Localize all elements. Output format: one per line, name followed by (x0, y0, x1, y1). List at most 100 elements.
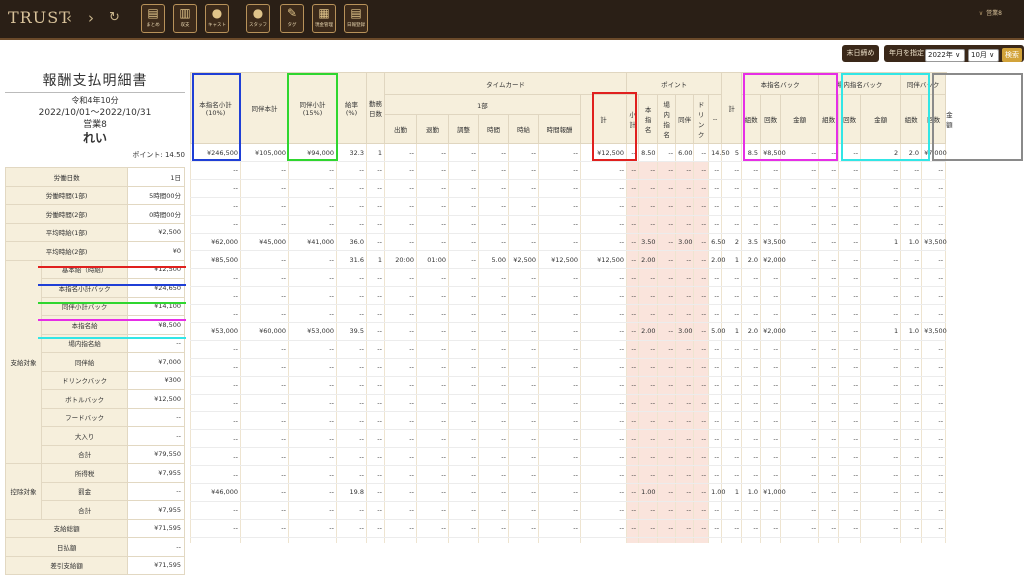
deduct-value: ¥7,955 (127, 463, 185, 483)
close-day-button[interactable]: 末日締め (842, 45, 879, 62)
app-logo[interactable]: TRUST (8, 8, 71, 27)
table-cell: ¥7,000 (921, 143, 947, 162)
table-cell: -- (921, 358, 947, 377)
toolbar-button-report[interactable]: ▤ 日報登録 (344, 4, 368, 33)
table-row[interactable]: ----------------------------------------… (190, 197, 947, 216)
table-row[interactable]: ¥62,000 ¥45,000 ¥41,000 36.0 -- -- -- -- -- -- -- -… (190, 233, 947, 252)
col-pt-other[interactable]: -- (708, 94, 723, 144)
col-hon-total[interactable]: 同伴本計 (240, 72, 289, 144)
table-row[interactable]: ----------------------------------------… (190, 286, 947, 306)
table-cell: -- (818, 376, 840, 395)
table-row[interactable]: ----------------------------------------… (190, 465, 947, 485)
table-row[interactable]: ----------------------------------------… (190, 519, 947, 538)
col-honpack-count[interactable]: 組数 (741, 94, 762, 144)
daily-report-grid[interactable]: 本指名小計 (10%) 同伴本計 同伴小計 (15%) 給率 (%) 勤務 日数… (190, 72, 1024, 543)
table-cell: -- (921, 447, 947, 467)
table-cell: 1 (366, 143, 385, 162)
month-select[interactable]: 10月 ∨ (968, 49, 999, 62)
col-point-total[interactable]: 計 (721, 72, 743, 144)
col-tc-wage[interactable]: 時給 (508, 114, 539, 144)
table-cell: -- (860, 447, 902, 467)
table-cell: -- (921, 501, 947, 520)
col-tc-adjust[interactable]: 調整 (448, 114, 479, 144)
table-row[interactable]: ----------------------------------------… (190, 179, 947, 198)
reload-icon[interactable]: ↻ (109, 9, 120, 27)
col-jonai-times[interactable]: 回数 (838, 94, 862, 144)
table-row[interactable]: ----------------------------------------… (190, 304, 947, 324)
col-days[interactable]: 勤務 日数 (366, 72, 385, 144)
table-cell: -- (190, 447, 241, 467)
table-cell: -- (860, 250, 902, 270)
col-pt-dohan[interactable]: 同伴 (675, 94, 695, 144)
table-cell: -- (818, 537, 840, 543)
col-dohan-count[interactable]: 組数 (900, 94, 923, 144)
search-button[interactable]: 検索 (1002, 48, 1022, 62)
table-row[interactable]: ¥53,000 ¥60,000 ¥53,000 39.5 -- -- -- -- -- -- -- -… (190, 322, 947, 341)
table-row[interactable]: ----------------------------------------… (190, 394, 947, 413)
col-tc-in[interactable]: 出勤 (384, 114, 417, 144)
table-row[interactable]: ----------------------------------------… (190, 537, 947, 543)
table-cell: -- (838, 394, 862, 413)
table-row[interactable]: ----------------------------------------… (190, 340, 947, 359)
toolbar-button-cash[interactable]: ▦ 現金管理 (312, 4, 336, 33)
toolbar-button-tag[interactable]: ✎ タグ (280, 4, 304, 33)
toolbar-button-summary[interactable]: ▤ まとめ (141, 4, 165, 33)
table-cell: ¥8,500 (760, 143, 786, 162)
toolbar-button-cast[interactable]: ● キャスト (205, 4, 229, 33)
table-row[interactable]: ----------------------------------------… (190, 161, 947, 180)
user-menu[interactable]: ∨ 営業8 (979, 8, 1002, 17)
table-cell: -- (626, 376, 640, 395)
table-cell: -- (900, 376, 923, 395)
toolbar-label: タグ (287, 23, 297, 28)
table-cell: -- (416, 197, 449, 216)
col-pt-hon[interactable]: 本 指 名 (638, 94, 659, 144)
table-cell: -- (818, 161, 840, 180)
table-row[interactable]: ----------------------------------------… (190, 411, 947, 431)
table-row[interactable]: ----------------------------------------… (190, 268, 947, 288)
table-cell: -- (708, 215, 723, 234)
table-cell: -- (675, 465, 695, 485)
col-honpack-amount[interactable]: 金額 (780, 94, 820, 144)
table-cell: -- (900, 215, 923, 234)
col-jonai-amount[interactable]: 金額 (860, 94, 902, 144)
table-cell: 3.00 (675, 233, 695, 252)
col-dohan-times[interactable]: 回数 (921, 94, 947, 144)
col-tc-total[interactable]: 計 (579, 94, 628, 144)
table-row[interactable]: ----------------------------------------… (190, 215, 947, 234)
table-cell: -- (780, 340, 820, 359)
table-cell: -- (900, 340, 923, 359)
col-rate[interactable]: 給率 (%) (336, 72, 367, 144)
table-row[interactable]: ¥46,000 -- -- 19.8 -- -- -- -- -- -- -- -- -- 1.00 -- -… (190, 483, 947, 502)
forward-icon[interactable]: › (88, 9, 94, 27)
col-pt-jonai[interactable]: 場 内 指 名 (657, 94, 677, 144)
table-row[interactable]: ----------------------------------------… (190, 358, 947, 377)
table-cell: -- (508, 429, 539, 449)
col-hon-sub[interactable]: 本指名小計 (10%) (190, 72, 241, 144)
table-cell: -- (860, 465, 902, 485)
col-tc-hours[interactable]: 時間 (478, 114, 509, 144)
table-cell: -- (675, 215, 695, 234)
col-jonai-count[interactable]: 組数 (818, 94, 840, 144)
table-row[interactable]: ----------------------------------------… (190, 429, 947, 449)
col-tc-pay[interactable]: 時間報酬 (538, 114, 581, 144)
col-tc-out[interactable]: 退勤 (416, 114, 449, 144)
col-pt-drink[interactable]: ド リ ン ク (693, 94, 710, 144)
table-cell: -- (190, 411, 241, 431)
table-cell: 31.6 (336, 250, 367, 270)
table-row[interactable]: ----------------------------------------… (190, 376, 947, 395)
total-row[interactable]: ¥246,500 ¥105,000 ¥94,000 32.3 1 -- -- -- -- -- --… (190, 143, 947, 162)
table-row[interactable]: ----------------------------------------… (190, 501, 947, 520)
table-cell: -- (579, 179, 628, 198)
table-row[interactable]: ----------------------------------------… (190, 447, 947, 467)
toolbar-button-staff[interactable]: ● スタッフ (246, 4, 270, 33)
col-dohan-sub[interactable]: 同伴小計 (15%) (288, 72, 337, 144)
table-cell: -- (448, 501, 479, 520)
table-cell: -- (760, 179, 782, 198)
year-select[interactable]: 2022年 ∨ (925, 49, 965, 62)
toolbar-button-chart[interactable]: ▥ 収支 (173, 4, 197, 33)
col-honpack-times[interactable]: 回数 (760, 94, 782, 144)
table-row[interactable]: ¥85,500 -- -- 31.6 1 20:00 01:00 -- 5.00 ¥2,500 ¥1… (190, 250, 947, 270)
table-cell: -- (288, 161, 337, 180)
col-pt-sub[interactable]: 小 計 (626, 94, 640, 144)
back-icon[interactable]: ‹ (66, 9, 72, 27)
